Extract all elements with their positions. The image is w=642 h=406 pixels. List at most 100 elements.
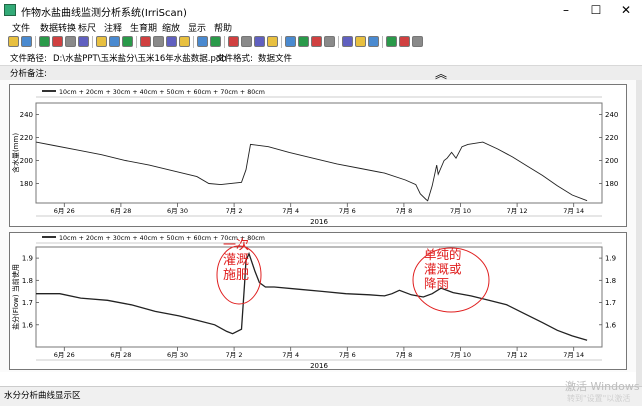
y-tick-label-right: 1.6 [605, 321, 617, 329]
notes-bar: 分析备注: ︽ [0, 65, 642, 81]
marker-icon[interactable] [96, 36, 107, 47]
close-button[interactable]: ✕ [611, 2, 641, 18]
maximize-button[interactable]: ☐ [581, 2, 611, 18]
color-icon[interactable] [197, 36, 208, 47]
print-icon[interactable] [65, 36, 76, 47]
annotation-text: 灌溉 [223, 253, 249, 268]
doc-icon[interactable] [267, 36, 278, 47]
status-label: 水分分析曲线显示区 [4, 391, 81, 401]
format-label: 文件格式: [216, 54, 253, 64]
status-bar: 水分分析曲线显示区 激活 Windows 转到"设置"以激活 [0, 380, 642, 406]
y-axis-label: 含水量(mm) [11, 133, 20, 173]
menu-help[interactable]: 帮助 [214, 21, 232, 34]
lock-icon[interactable] [210, 36, 221, 47]
green-app-icon[interactable] [8, 36, 19, 47]
chart-dropdown-icon[interactable] [21, 36, 32, 47]
toolbar-separator [193, 36, 194, 48]
plot-frame [35, 102, 603, 204]
y-tick-label-right: 200 [605, 157, 618, 165]
activation-watermark-hint: 转到"设置"以激活 [567, 394, 631, 403]
annotation-text: 灌溉或 [424, 262, 462, 277]
x-tick-label: 7月 8 [395, 351, 412, 359]
chart-area: 10cm + 20cm + 30cm + 40cm + 50cm + 60cm … [0, 80, 636, 372]
axis-icon[interactable] [324, 36, 335, 47]
menu-file[interactable]: 文件 [12, 21, 30, 34]
toolbar-separator [92, 36, 93, 48]
ruler-icon[interactable] [368, 36, 379, 47]
y-tick-label: 240 [20, 111, 33, 119]
x-tick-label: 7月 10 [450, 207, 471, 215]
x-tick-label: 7月 4 [282, 351, 299, 359]
x-tick-label: 7月 12 [507, 351, 528, 359]
legend-text: 10cm + 20cm + 30cm + 40cm + 50cm + 60cm … [59, 89, 265, 96]
export-icon[interactable] [228, 36, 239, 47]
y-tick-label: 220 [20, 134, 33, 142]
x-tick-label: 7月 8 [395, 207, 412, 215]
zoom-out-icon[interactable] [122, 36, 133, 47]
y-tick-label-right: 220 [605, 134, 618, 142]
toolbar-separator [136, 36, 137, 48]
menu-annotation[interactable]: 注释 [104, 21, 122, 34]
x-tick-label: 7月 10 [450, 351, 471, 359]
notes-label: 分析备注: [10, 69, 47, 79]
annotation-text: 降雨 [424, 276, 449, 291]
plot-frame [35, 246, 603, 348]
x-tick-label: 7月 12 [507, 207, 528, 215]
y-tick-label-right: 1.7 [605, 299, 616, 307]
x-tick-label: 7月 14 [563, 351, 584, 359]
y-tick-label-right: 1.8 [605, 277, 616, 285]
zoom-in-icon[interactable] [109, 36, 120, 47]
doc2-icon[interactable] [285, 36, 296, 47]
minimize-button[interactable]: – [551, 2, 581, 18]
title-bar: 作物水盐曲线监测分析系统(IrriScan) – ☐ ✕ [0, 0, 642, 20]
menu-bar: 文件 数据转换 标尺 注释 生育期 缩放 显示 帮助 [0, 20, 642, 34]
annotation-text: 一次 [223, 237, 249, 253]
zoom-select-icon[interactable] [153, 36, 164, 47]
y-tick-label: 1.9 [22, 255, 33, 263]
save-icon[interactable] [241, 36, 252, 47]
info-icon[interactable] [399, 36, 410, 47]
search-icon[interactable] [179, 36, 190, 47]
about-icon[interactable] [412, 36, 423, 47]
close-file-icon[interactable] [52, 36, 63, 47]
water-content-chart: 10cm + 20cm + 30cm + 40cm + 50cm + 60cm … [11, 89, 618, 226]
water-chart-panel: 10cm + 20cm + 30cm + 40cm + 50cm + 60cm … [9, 84, 627, 227]
x-tick-label: 7月 6 [339, 351, 356, 359]
app-icon [4, 4, 16, 16]
x-axis-label: 2016 [310, 362, 328, 369]
y-tick-label-right: 180 [605, 180, 618, 188]
file-path-row: 文件路径: D:\水盐PPT\玉米盐分\玉米16年水盐数据.pdb 文件格式: … [0, 51, 642, 64]
x-tick-label: 7月 2 [226, 207, 243, 215]
save-all-icon[interactable] [254, 36, 265, 47]
menu-display[interactable]: 显示 [188, 21, 206, 34]
toolbar-separator [281, 36, 282, 48]
y-tick-label-right: 240 [605, 111, 618, 119]
toolbar-separator [35, 36, 36, 48]
y-tick-label-right: 1.9 [605, 255, 616, 263]
table2-icon[interactable] [311, 36, 322, 47]
table-icon[interactable] [298, 36, 309, 47]
x-tick-label: 7月 2 [226, 351, 243, 359]
binoculars-icon[interactable] [166, 36, 177, 47]
axis2-icon[interactable] [342, 36, 353, 47]
page-dropdown-icon[interactable] [78, 36, 89, 47]
measure-icon[interactable] [355, 36, 366, 47]
menu-data-convert[interactable]: 数据转换 [40, 21, 76, 34]
salt-chart-panel: 10cm + 20cm + 30cm + 40cm + 50cm + 60cm … [9, 232, 627, 370]
toolbar [0, 34, 642, 50]
help-icon[interactable] [386, 36, 397, 47]
y-tick-label: 1.7 [22, 299, 33, 307]
menu-ruler[interactable]: 标尺 [78, 21, 96, 34]
activation-watermark-title: 激活 Windows [565, 380, 640, 393]
menu-growth-period[interactable]: 生育期 [130, 21, 157, 34]
open-icon[interactable] [39, 36, 50, 47]
x-tick-label: 7月 4 [282, 207, 299, 215]
x-tick-label: 6月 30 [167, 207, 188, 215]
menu-zoom[interactable]: 缩放 [162, 21, 180, 34]
toolbar-separator [338, 36, 339, 48]
zoom-fit-icon[interactable] [140, 36, 151, 47]
format-value: 数据文件 [258, 54, 293, 64]
window-title: 作物水盐曲线监测分析系统(IrriScan) [21, 8, 187, 19]
x-tick-label: 6月 26 [54, 207, 75, 215]
vertical-scrollbar[interactable] [636, 80, 642, 386]
